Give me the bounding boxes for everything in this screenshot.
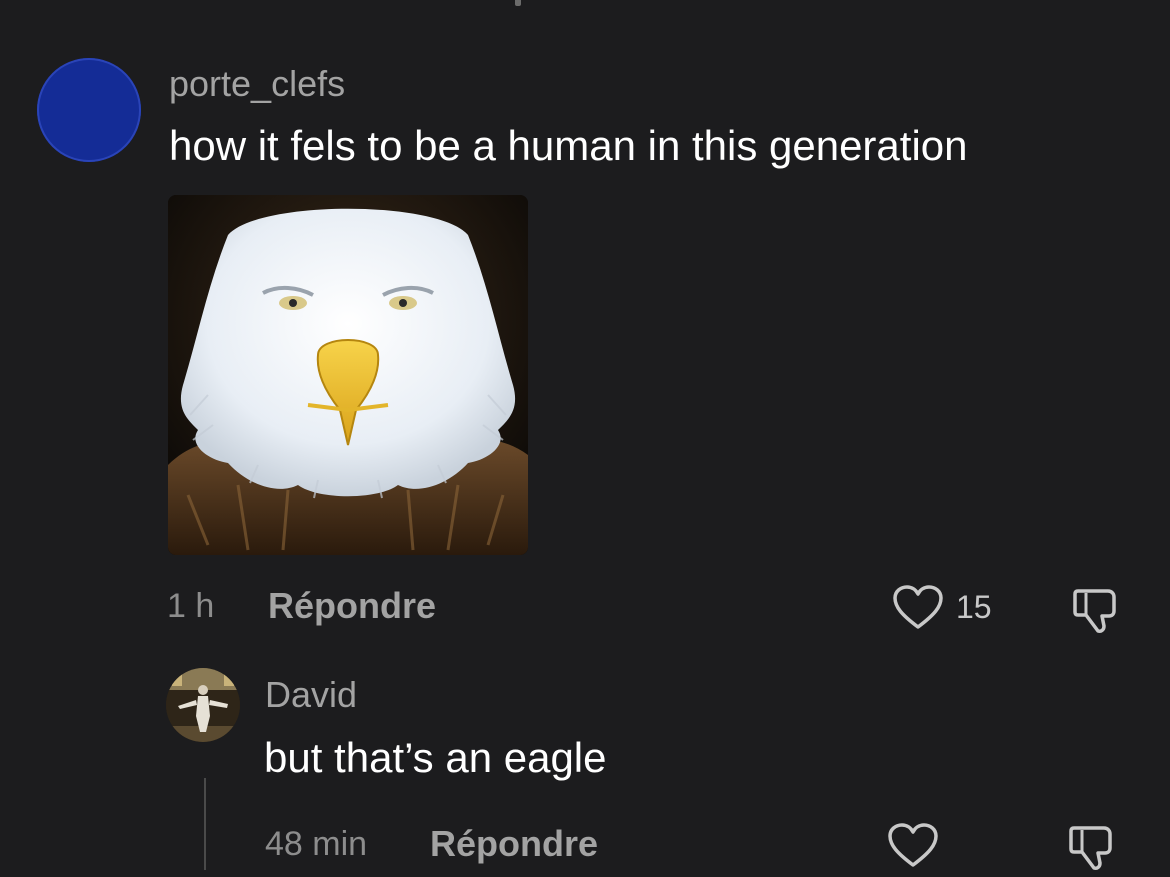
reply-avatar[interactable] — [166, 668, 240, 742]
thread-line — [204, 778, 206, 870]
person-photo-icon — [166, 668, 240, 742]
like-count: 15 — [956, 589, 992, 625]
heart-outline-icon — [888, 823, 938, 867]
reply-text: but that’s an eagle — [264, 734, 607, 781]
comment-image[interactable] — [168, 195, 528, 555]
reply-username[interactable]: David — [265, 675, 357, 715]
comment-text: how it fels to be a human in this genera… — [169, 122, 968, 169]
reply-dislike-button[interactable] — [1068, 822, 1120, 872]
reply-button[interactable]: Répondre — [268, 586, 436, 626]
dislike-button[interactable] — [1072, 585, 1124, 635]
comment-timestamp: 1 h — [167, 587, 215, 625]
like-button[interactable] — [892, 585, 944, 631]
scroll-indicator — [515, 0, 521, 6]
reply-timestamp: 48 min — [265, 825, 368, 863]
thumbs-down-outline-icon — [1073, 589, 1116, 633]
comment-username[interactable]: porte_clefs — [169, 64, 345, 104]
reply-like-button[interactable] — [887, 823, 939, 869]
reply-reply-button[interactable]: Répondre — [430, 824, 598, 864]
thumbs-down-outline-icon — [1069, 826, 1112, 870]
heart-outline-icon — [893, 585, 943, 629]
avatar[interactable] — [37, 58, 141, 162]
eagle-image — [168, 195, 528, 555]
